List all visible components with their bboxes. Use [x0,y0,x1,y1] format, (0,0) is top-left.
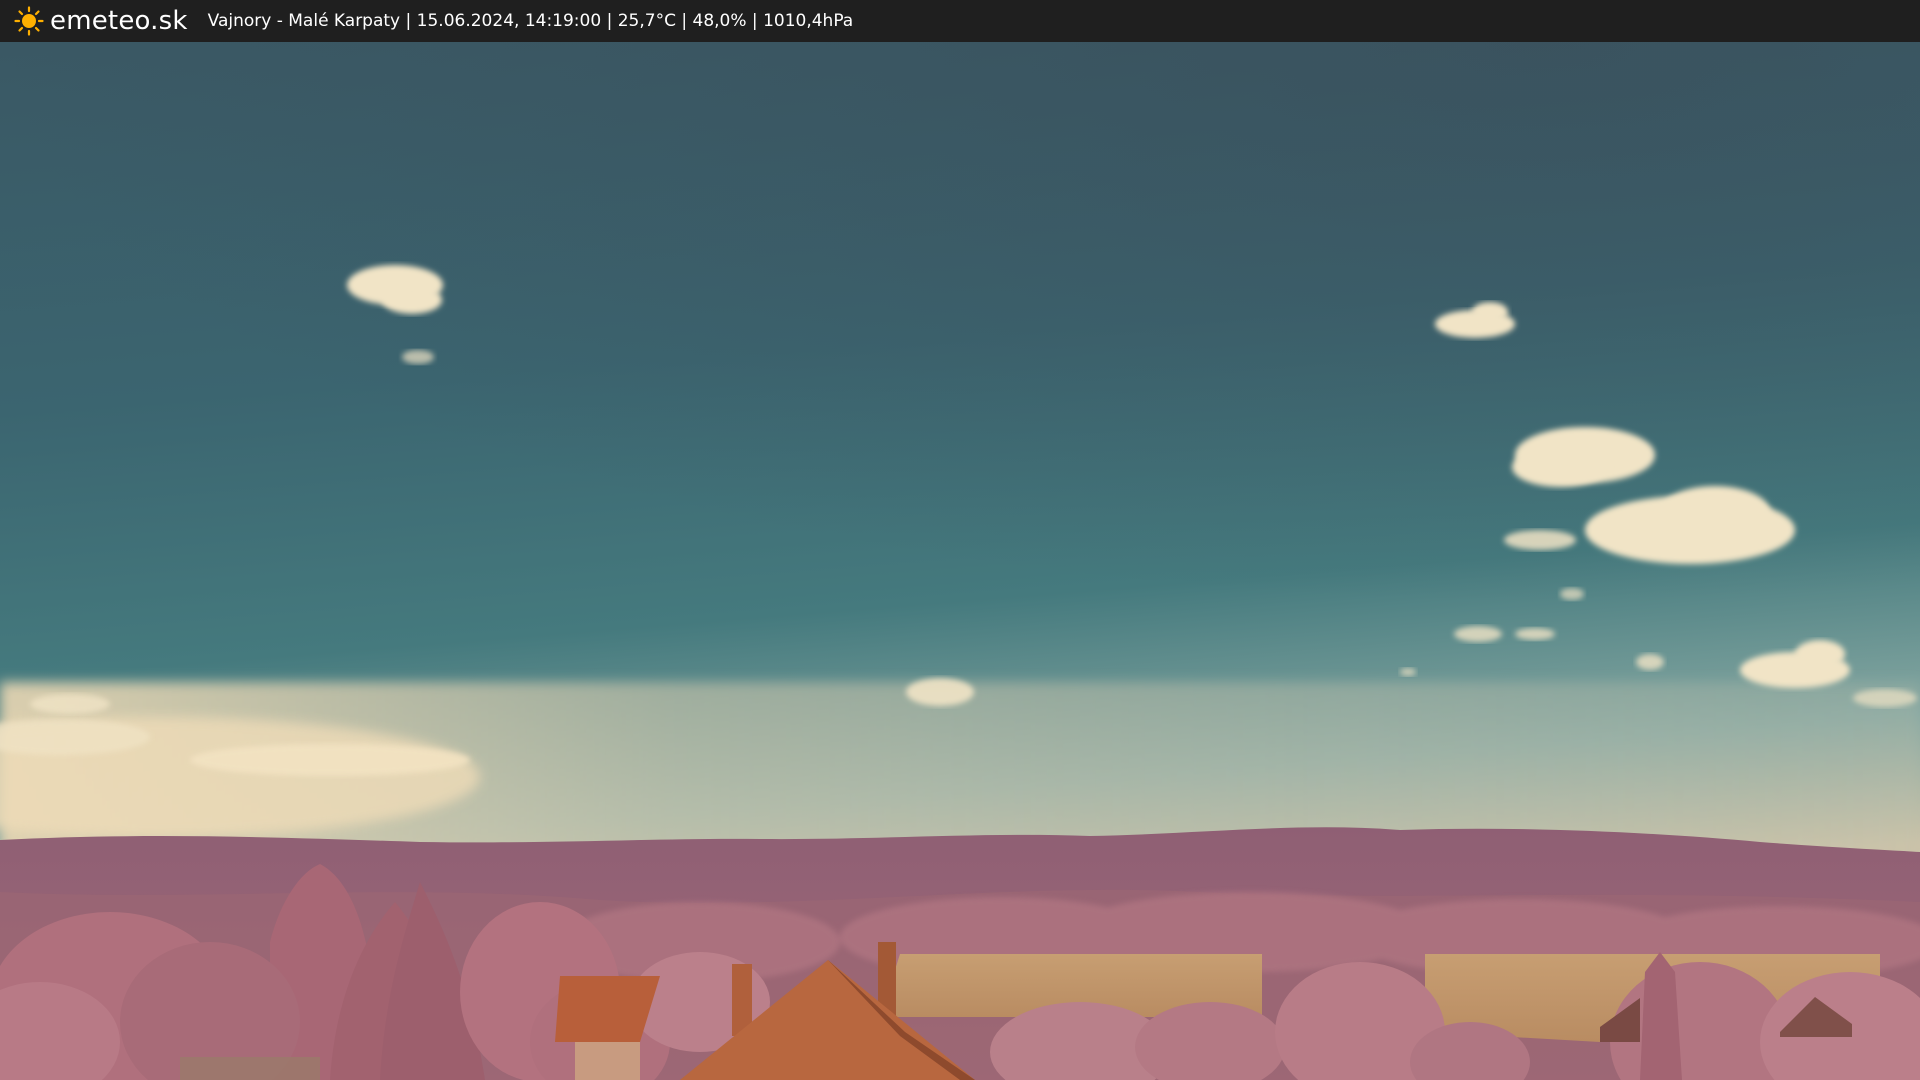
temperature-text: 25,7°C [617,11,676,31]
weather-info: Vajnory - Malé Karpaty | 15.06.2024, 14:… [208,11,854,31]
top-info-bar: emeteo.sk Vajnory - Malé Karpaty | 15.06… [0,0,1920,42]
webcam-image [0,42,1920,1080]
separator: | [400,11,417,31]
separator: | [601,11,618,31]
humidity-text: 48,0% [692,11,747,31]
brand-name: emeteo.sk [50,6,188,36]
pressure-text: 1010,4hPa [763,11,854,31]
landscape-scene [0,42,1920,1080]
location-text: Vajnory - Malé Karpaty [207,11,401,31]
separator: | [675,11,693,31]
separator: | [746,11,764,31]
sun-icon [14,6,44,36]
logo: emeteo.sk [14,6,188,36]
timestamp-text: 15.06.2024, 14:19:00 [416,11,602,31]
